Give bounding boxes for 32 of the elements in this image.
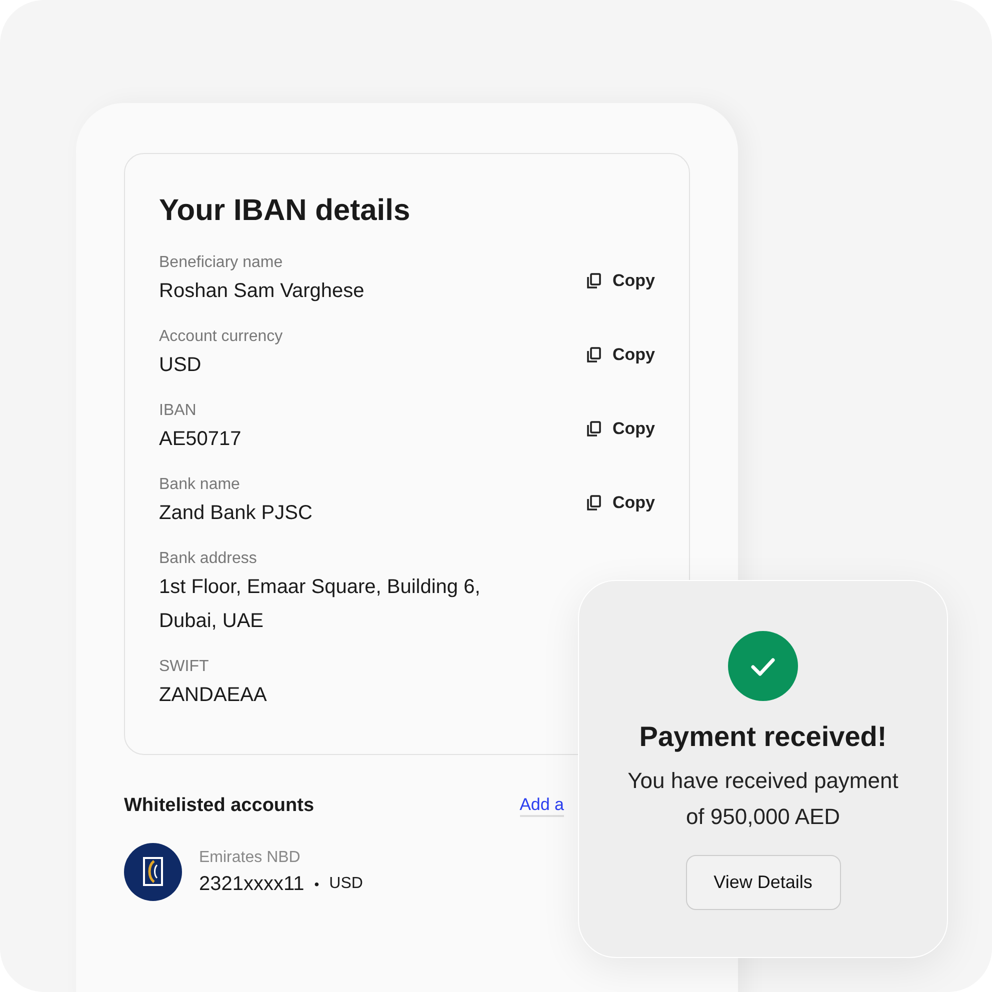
copy-icon — [584, 494, 602, 512]
account-currency: USD — [329, 875, 363, 893]
copy-button[interactable]: Copy — [584, 493, 655, 513]
field-value: 1st Floor, Emaar Square, Building 6, Dubai, UAE — [159, 575, 482, 634]
field-label: IBAN — [159, 402, 198, 420]
field-value: ZANDAEAA — [159, 683, 267, 708]
copy-icon — [584, 420, 602, 438]
bank-logo-icon — [124, 843, 182, 901]
account-number: 2321xxxx11 — [199, 872, 304, 896]
field-label: Bank address — [159, 550, 258, 568]
section-title: Whitelisted accounts — [124, 795, 314, 817]
add-account-link[interactable]: Add a — [520, 795, 564, 817]
copy-icon — [584, 346, 602, 364]
copy-button[interactable]: Copy — [584, 345, 655, 365]
copy-button[interactable]: Copy — [584, 271, 655, 291]
field-label: Beneficiary name — [159, 254, 284, 272]
toast-message: You have received payment of 950,000 AED — [626, 767, 900, 831]
field-value: AE50717 — [159, 427, 242, 452]
field-value: USD — [159, 353, 202, 378]
check-icon — [728, 631, 798, 701]
field-label: Bank name — [159, 476, 241, 494]
copy-icon — [584, 272, 602, 290]
card-title: Your IBAN details — [159, 194, 412, 228]
field-value: Roshan Sam Varghese — [159, 279, 364, 304]
bank-name: Emirates NBD — [199, 848, 302, 866]
copy-button[interactable]: Copy — [584, 419, 655, 439]
separator-dot: • — [314, 876, 320, 892]
field-label: Account currency — [159, 328, 283, 346]
view-details-button[interactable]: View Details — [686, 855, 840, 910]
field-value: Zand Bank PJSC — [159, 501, 312, 526]
toast-title: Payment received! — [639, 721, 887, 753]
field-label: SWIFT — [159, 658, 210, 676]
